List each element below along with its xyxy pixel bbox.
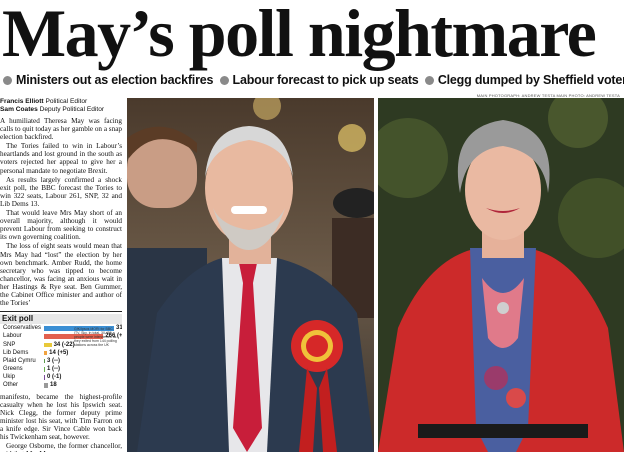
party-name: Greens — [3, 366, 23, 373]
exit-poll-row: Ukip 0 (-1) — [0, 373, 122, 381]
seat-value: 34 (-22) — [53, 341, 75, 348]
seat-bar — [44, 358, 45, 364]
exit-poll-row: Plaid Cymru 3 (--) — [0, 357, 122, 365]
author-role: Political Editor — [45, 98, 88, 105]
author-name: Francis Elliott — [0, 98, 44, 105]
strapline: Ministers out as election backfires Labo… — [0, 70, 624, 90]
byline: Francis Elliott Political Editor Sam Coa… — [0, 98, 122, 114]
party-name: Conservatives — [3, 325, 42, 332]
seat-bar — [44, 367, 45, 372]
story-body: A humiliated Theresa May was facing call… — [0, 117, 122, 307]
party-name: SNP — [3, 341, 16, 348]
paragraph: George Osborne, the former chancellor, s… — [0, 442, 122, 452]
party-name: Lib Dems — [3, 349, 29, 356]
headline: May’s poll nightmare — [2, 0, 597, 71]
party-name: Plaid Cymru — [3, 357, 36, 364]
party-name: Other — [3, 382, 19, 389]
exit-poll-row: Lib Dems 14 (+5) — [0, 349, 122, 357]
seat-value: 3 (--) — [47, 357, 60, 364]
story-continuation: manifesto, became the highest-profile ca… — [0, 393, 122, 452]
seat-bar — [44, 350, 48, 356]
exit-poll-row: Greens 1 (--) — [0, 365, 122, 373]
paragraph: That would leave Mrs May short of an ove… — [0, 209, 122, 242]
seat-bar — [44, 375, 45, 380]
seat-value: 18 — [50, 382, 57, 389]
author-name: Sam Coates — [0, 106, 38, 113]
seat-value: 0 (-1) — [47, 374, 62, 381]
bullet-icon — [219, 76, 229, 85]
paragraph: As results largely confirmed a shock exi… — [0, 175, 122, 208]
bullet-icon — [3, 76, 12, 85]
paragraph: The loss of eight seats would mean that … — [0, 242, 122, 308]
strap-item: Labour forecast to pick up seats — [232, 73, 419, 87]
seat-value: 14 (+5) — [49, 349, 69, 356]
bullet-icon — [424, 76, 434, 85]
paragraph: manifesto, became the highest-profile ca… — [0, 392, 122, 442]
exit-poll-row: Other 18 — [0, 381, 122, 389]
author-role: Deputy Political Editor — [39, 106, 105, 113]
party-name: Labour — [3, 333, 22, 340]
strap-item: Ministers out as election backfires — [16, 73, 214, 87]
strap-item: Clegg dumped by Sheffield voters — [437, 73, 624, 87]
paragraph: A humiliated Theresa May was facing call… — [0, 117, 122, 142]
photo-may — [378, 98, 624, 452]
seat-value: 1 (--) — [47, 366, 60, 373]
paragraph: The Tories failed to win in Labour’s hea… — [0, 142, 122, 175]
photo-corbyn — [127, 98, 374, 452]
seat-bar — [44, 383, 48, 388]
exit-poll-box: Exit poll Conservatives314 (-16)Labour26… — [0, 311, 122, 390]
exit-poll-title: Exit poll — [0, 314, 122, 325]
party-name: Ukip — [3, 374, 16, 381]
seat-bar — [44, 342, 52, 348]
story-column: Francis Elliott Political Editor Sam Coa… — [0, 98, 122, 452]
exit-poll-note: GfK/Ipsos MORI for BBC, ITV, Sky. In tot… — [74, 327, 117, 347]
